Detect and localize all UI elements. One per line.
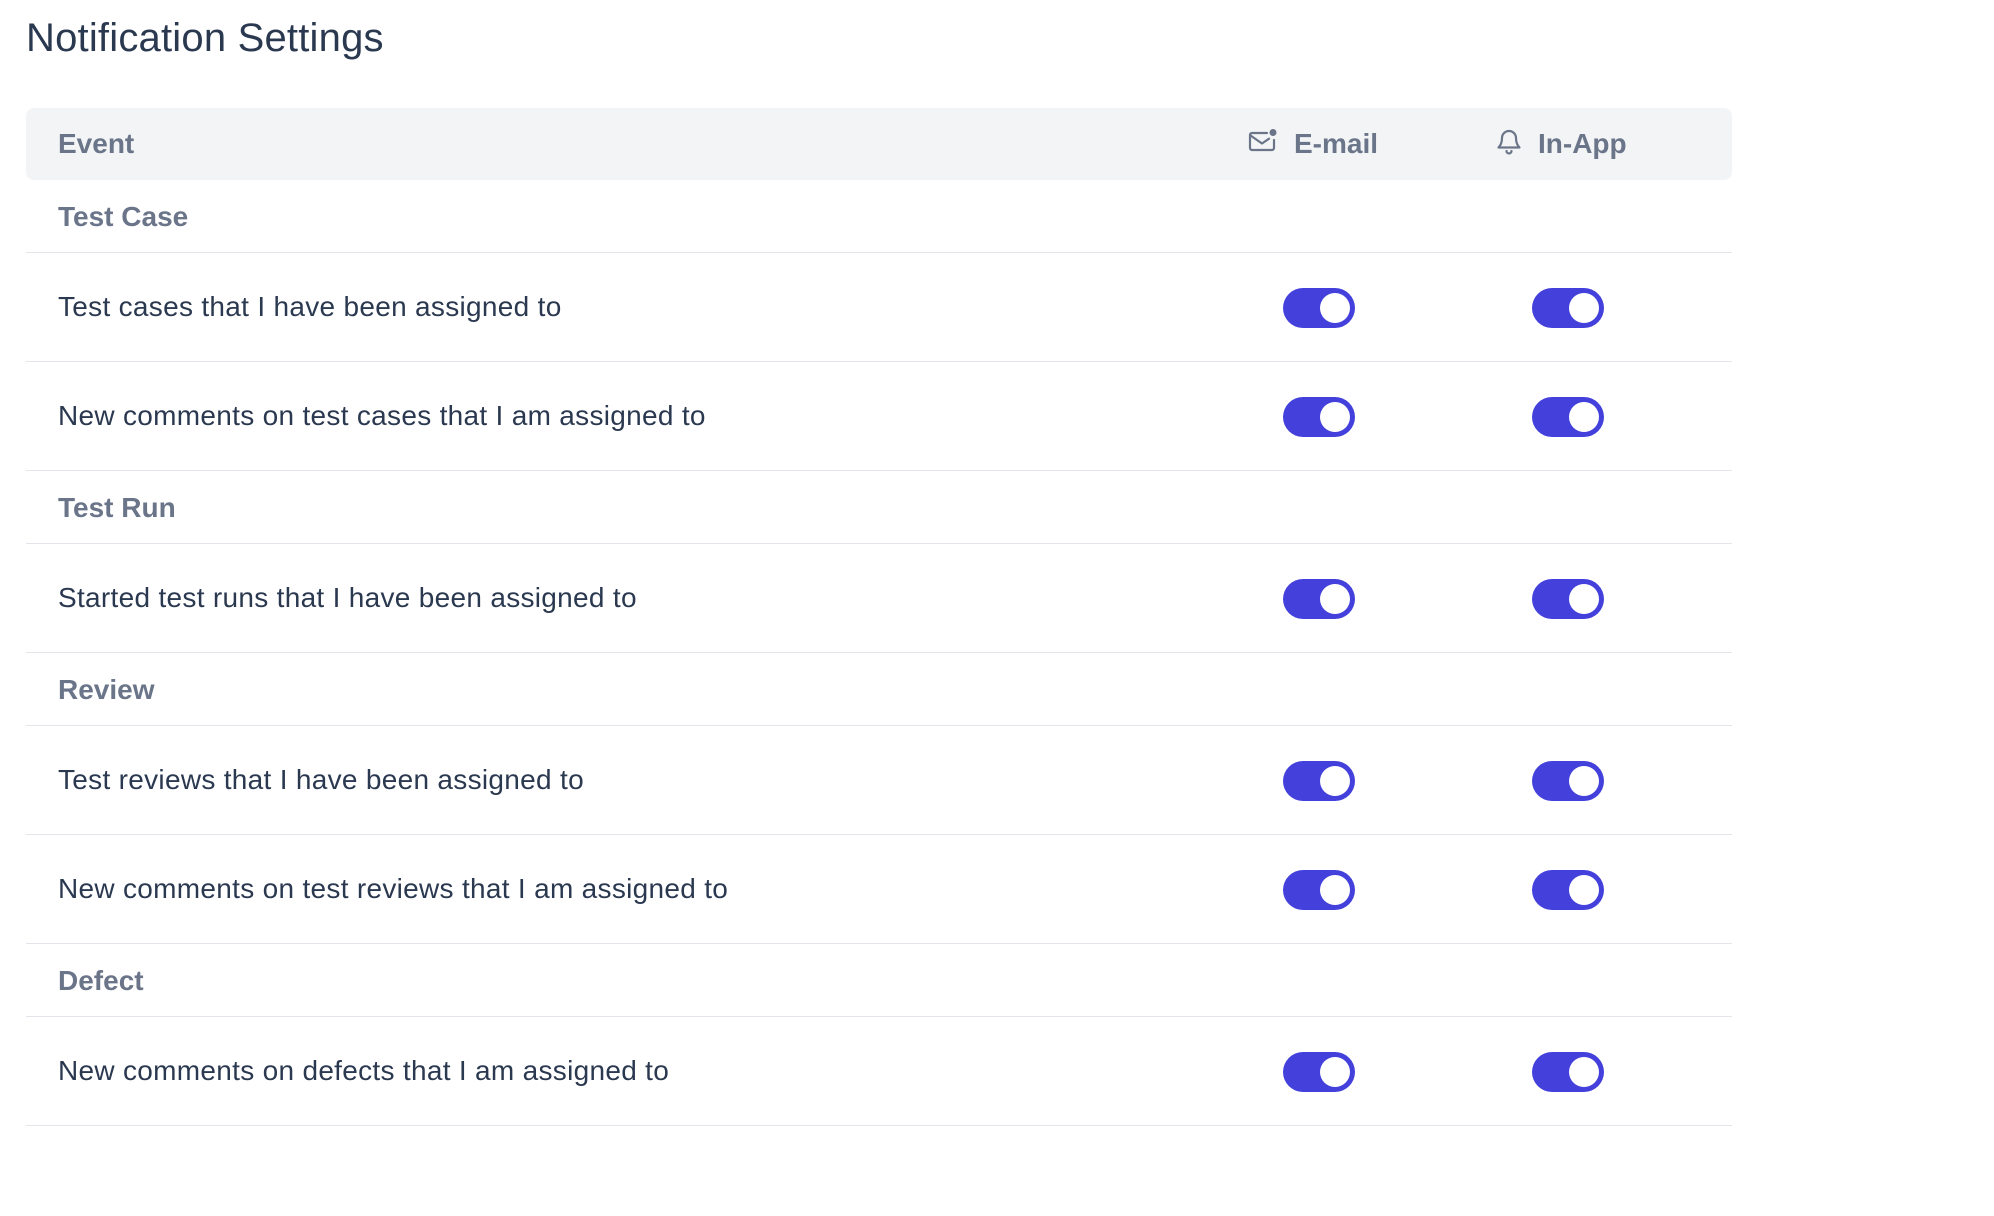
table-row: Started test runs that I have been assig… [26,544,1732,653]
in-app-toggle[interactable] [1532,1052,1604,1092]
event-label: Test reviews that I have been assigned t… [58,763,584,795]
email-toggle[interactable] [1283,1052,1355,1092]
column-header-email: E-mail [1248,108,1378,180]
bell-icon [1496,127,1538,162]
group-label: Defect [58,964,144,996]
toggle-knob [1569,584,1599,614]
toggle-knob [1320,1057,1350,1087]
group-label: Test Case [58,200,189,232]
in-app-toggle[interactable] [1532,761,1604,801]
toggle-knob [1569,402,1599,432]
event-label: New comments on test reviews that I am a… [58,872,729,904]
notification-settings-page: Notification Settings Event E-mail In-Ap… [0,0,1994,1216]
event-label: Test cases that I have been assigned to [58,290,562,322]
in-app-toggle[interactable] [1532,579,1604,619]
mail-notification-icon [1248,128,1294,161]
group-row-test-case: Test Case [26,180,1732,253]
toggle-knob [1320,766,1350,796]
email-toggle[interactable] [1283,397,1355,437]
group-label: Review [58,673,155,705]
page-title: Notification Settings [26,16,384,60]
toggle-knob [1569,293,1599,323]
email-toggle[interactable] [1283,579,1355,619]
group-label: Test Run [58,491,176,523]
table-row: New comments on test cases that I am ass… [26,362,1732,471]
event-label: New comments on test cases that I am ass… [58,399,706,431]
column-header-in-app-label: In-App [1538,128,1627,159]
column-header-event: Event [58,108,134,180]
column-header-email-label: E-mail [1294,128,1379,159]
toggle-knob [1320,293,1350,323]
event-label: Started test runs that I have been assig… [58,581,637,613]
table-row: Test reviews that I have been assigned t… [26,726,1732,835]
toggle-knob [1569,766,1599,796]
event-label: New comments on defects that I am assign… [58,1054,670,1086]
in-app-toggle[interactable] [1532,397,1604,437]
group-row-review: Review [26,653,1732,726]
email-toggle[interactable] [1283,288,1355,328]
in-app-toggle[interactable] [1532,870,1604,910]
column-header-in-app: In-App [1496,108,1627,180]
toggle-knob [1320,584,1350,614]
toggle-knob [1320,875,1350,905]
toggle-knob [1569,875,1599,905]
table-header: Event E-mail In-App [26,108,1732,180]
in-app-toggle[interactable] [1532,288,1604,328]
toggle-knob [1320,402,1350,432]
toggle-knob [1569,1057,1599,1087]
column-header-event-label: Event [58,128,135,159]
group-row-defect: Defect [26,944,1732,1017]
notification-table: Event E-mail In-App Test Case Test cases… [26,108,1732,1126]
group-row-test-run: Test Run [26,471,1732,544]
table-row: Test cases that I have been assigned to [26,253,1732,362]
email-toggle[interactable] [1283,870,1355,910]
table-row: New comments on defects that I am assign… [26,1017,1732,1126]
table-row: New comments on test reviews that I am a… [26,835,1732,944]
email-toggle[interactable] [1283,761,1355,801]
